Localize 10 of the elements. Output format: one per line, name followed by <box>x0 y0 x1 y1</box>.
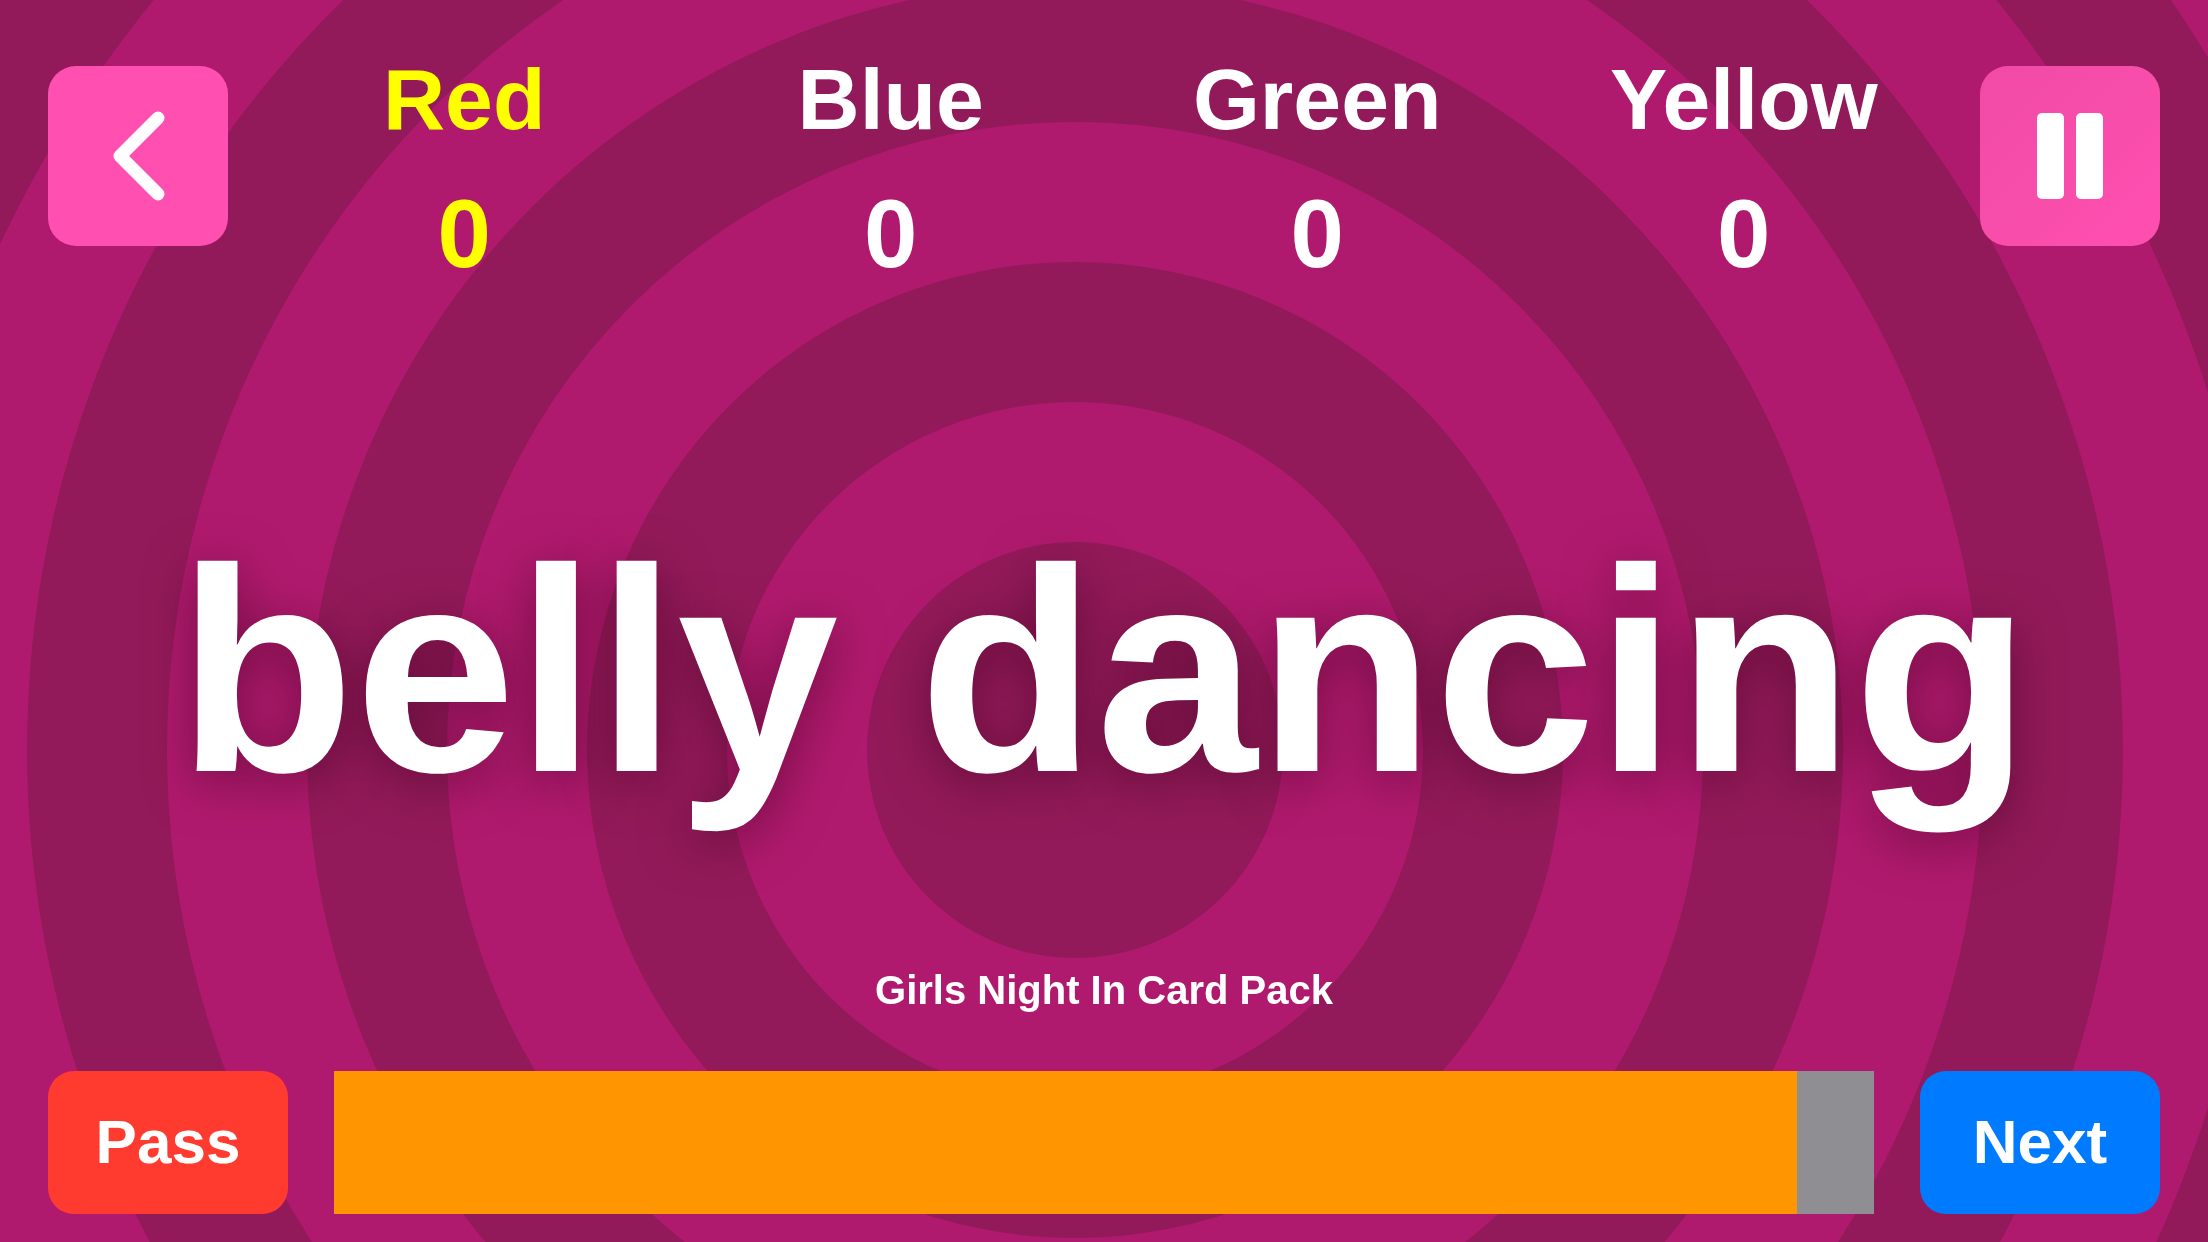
team-score: 0 <box>437 186 491 282</box>
team-name: Yellow <box>1609 56 1878 142</box>
card-word: belly dancing <box>177 507 2031 835</box>
team-name: Red <box>383 56 546 142</box>
team-name: Blue <box>797 56 984 142</box>
card-pack-name: Girls Night In Card Pack <box>875 969 1333 1010</box>
team-score: 0 <box>864 186 918 282</box>
team-name: Green <box>1192 56 1442 142</box>
team-score: 0 <box>1717 186 1771 282</box>
team-score: 0 <box>1290 186 1344 282</box>
